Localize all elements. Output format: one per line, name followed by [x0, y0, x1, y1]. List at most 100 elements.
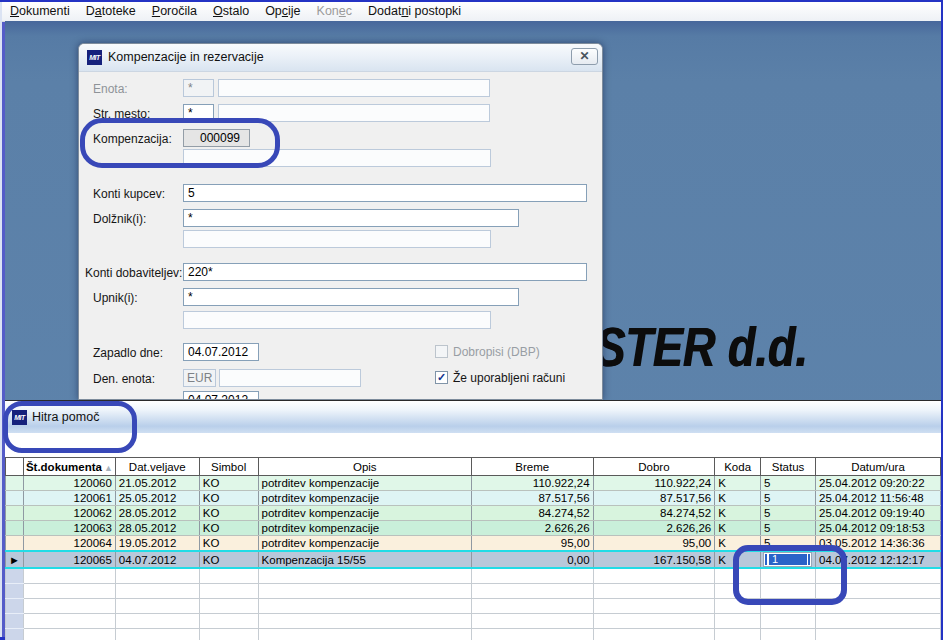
column-header-breme[interactable]: Breme	[471, 458, 593, 476]
column-header-dobro[interactable]: Dobro	[593, 458, 715, 476]
table-row[interactable]: 12006125.05.2012KOpotrditev kompenzacije…	[6, 491, 941, 506]
upnik-field[interactable]: *	[183, 288, 519, 306]
cell[interactable]: 25.04.2012 09:19:40	[816, 506, 941, 521]
cell[interactable]: K	[715, 491, 761, 506]
cell[interactable]: 5	[761, 521, 816, 536]
row-selector[interactable]	[6, 491, 24, 506]
cell[interactable]: 120063	[23, 521, 115, 536]
cell[interactable]: potrditev kompenzacije	[258, 506, 471, 521]
cell[interactable]: 120061	[23, 491, 115, 506]
cell[interactable]: K	[715, 521, 761, 536]
konti-kupcev-field[interactable]: 5	[183, 184, 587, 202]
cell[interactable]: 120060	[23, 476, 115, 491]
column-header-simbol[interactable]: Simbol	[199, 458, 258, 476]
cell[interactable]: 5	[761, 476, 816, 491]
menu-datoteke[interactable]: Datoteke	[78, 2, 144, 21]
table-row[interactable]: 12006419.05.2012KOpotrditev kompenzacije…	[6, 536, 941, 552]
menu-konec[interactable]: Konec	[309, 2, 360, 21]
cell[interactable]: 25.04.2012 09:20:22	[816, 476, 941, 491]
cell[interactable]: 110.922,24	[593, 476, 715, 491]
panel-titlebar[interactable]: MIT Hitra pomoč	[5, 402, 941, 433]
den-enota-field[interactable]: EUR	[183, 369, 216, 387]
close-icon[interactable]: ✕	[571, 48, 598, 65]
cell[interactable]: 87.517,56	[593, 491, 715, 506]
cell[interactable]: potrditev kompenzacije	[258, 536, 471, 552]
cell[interactable]: 25.04.2012 11:56:48	[816, 491, 941, 506]
cell[interactable]: 28.05.2012	[115, 521, 199, 536]
dobropisi-checkbox[interactable]	[435, 345, 448, 358]
row-selector[interactable]	[6, 506, 24, 521]
column-header-opis[interactable]: Opis	[258, 458, 471, 476]
cell[interactable]: 19.05.2012	[115, 536, 199, 552]
cell[interactable]: 95,00	[471, 536, 593, 552]
cell[interactable]: K	[715, 536, 761, 552]
cell[interactable]: K	[715, 551, 761, 568]
cell[interactable]: 1	[761, 551, 816, 568]
den-enota-name-field[interactable]	[219, 369, 361, 387]
kompenzacija-field[interactable]: 000099	[183, 129, 250, 147]
cell[interactable]: potrditev kompenzacije	[258, 521, 471, 536]
dolznik-field[interactable]: *	[183, 209, 519, 227]
cell[interactable]: 2.626,26	[593, 521, 715, 536]
column-header-datum-ura[interactable]: Datum/ura	[816, 458, 941, 476]
cell[interactable]: KO	[199, 476, 258, 491]
row-selector[interactable]	[6, 521, 24, 536]
cell[interactable]: 0,00	[471, 551, 593, 568]
table-row[interactable]: 12006328.05.2012KOpotrditev kompenzacije…	[6, 521, 941, 536]
cell[interactable]: K	[715, 506, 761, 521]
enota-name-field[interactable]	[218, 79, 490, 97]
row-selector[interactable]	[6, 536, 24, 552]
cell[interactable]: 84.274,52	[593, 506, 715, 521]
dialog-titlebar[interactable]: MIT Kompenzacije in rezervacije ✕	[79, 44, 602, 72]
cell[interactable]: 87.517,56	[471, 491, 593, 506]
menu-opcije[interactable]: Opcije	[257, 2, 308, 21]
str-mesto-field[interactable]: *	[183, 104, 214, 122]
upnik-name-field[interactable]	[183, 311, 491, 329]
cell[interactable]: 5	[761, 536, 816, 552]
cell[interactable]: 25.04.2012 09:18:53	[816, 521, 941, 536]
cell[interactable]: 2.626,26	[471, 521, 593, 536]
cell[interactable]: KO	[199, 521, 258, 536]
menu-dokumenti[interactable]: Dokumenti	[2, 2, 78, 21]
cell[interactable]: K	[715, 476, 761, 491]
cell[interactable]: 167.150,58	[593, 551, 715, 568]
cell[interactable]: KO	[199, 551, 258, 568]
partial-date-field[interactable]: 04.07.2012	[183, 391, 259, 400]
cell[interactable]: 120064	[23, 536, 115, 552]
row-selector[interactable]	[6, 476, 24, 491]
cell[interactable]: 5	[761, 491, 816, 506]
menu-dodatni-postopki[interactable]: Dodatni postopki	[360, 2, 469, 21]
table-row[interactable]: ►12006504.07.2012KOKompenzacija 15/550,0…	[6, 551, 941, 568]
cell[interactable]: KO	[199, 506, 258, 521]
cell[interactable]: KO	[199, 536, 258, 552]
cell[interactable]: Kompenzacija 15/55	[258, 551, 471, 568]
menu-ostalo[interactable]: Ostalo	[205, 2, 257, 21]
cell[interactable]: KO	[199, 491, 258, 506]
table-row[interactable]: 12006021.05.2012KOpotrditev kompenzacije…	[6, 476, 941, 491]
str-mesto-name-field[interactable]	[218, 104, 490, 122]
cell[interactable]: 04.07.2012 12:12:17	[816, 551, 941, 568]
cell[interactable]: 21.05.2012	[115, 476, 199, 491]
kompenzacija-name-field[interactable]	[183, 149, 491, 167]
menu-poro-ila[interactable]: Poročila	[144, 2, 205, 21]
row-selector[interactable]: ►	[6, 551, 24, 568]
ze-uporabljeni-checkbox[interactable]: ✓	[435, 371, 448, 384]
column-header-dat-veljave[interactable]: Dat.veljave	[115, 458, 199, 476]
cell[interactable]: 5	[761, 506, 816, 521]
cell[interactable]: 04.07.2012	[115, 551, 199, 568]
column-header-status[interactable]: Status	[761, 458, 816, 476]
table-row[interactable]: 12006228.05.2012KOpotrditev kompenzacije…	[6, 506, 941, 521]
cell[interactable]: 84.274,52	[471, 506, 593, 521]
konti-dobaviteljev-field[interactable]: 220*	[183, 263, 587, 281]
dolznik-name-field[interactable]	[183, 230, 491, 248]
cell[interactable]: 110.922,24	[471, 476, 593, 491]
cell[interactable]: potrditev kompenzacije	[258, 491, 471, 506]
cell[interactable]: 03.05.2012 14:36:36	[816, 536, 941, 552]
column-header--t-dokumenta[interactable]: Št.dokumenta▲	[23, 458, 115, 476]
status-edit-box[interactable]: 1	[763, 552, 812, 567]
cell[interactable]: 95,00	[593, 536, 715, 552]
cell[interactable]: potrditev kompenzacije	[258, 476, 471, 491]
cell[interactable]: 120062	[23, 506, 115, 521]
column-header-koda[interactable]: Koda	[715, 458, 761, 476]
cell[interactable]: 25.05.2012	[115, 491, 199, 506]
